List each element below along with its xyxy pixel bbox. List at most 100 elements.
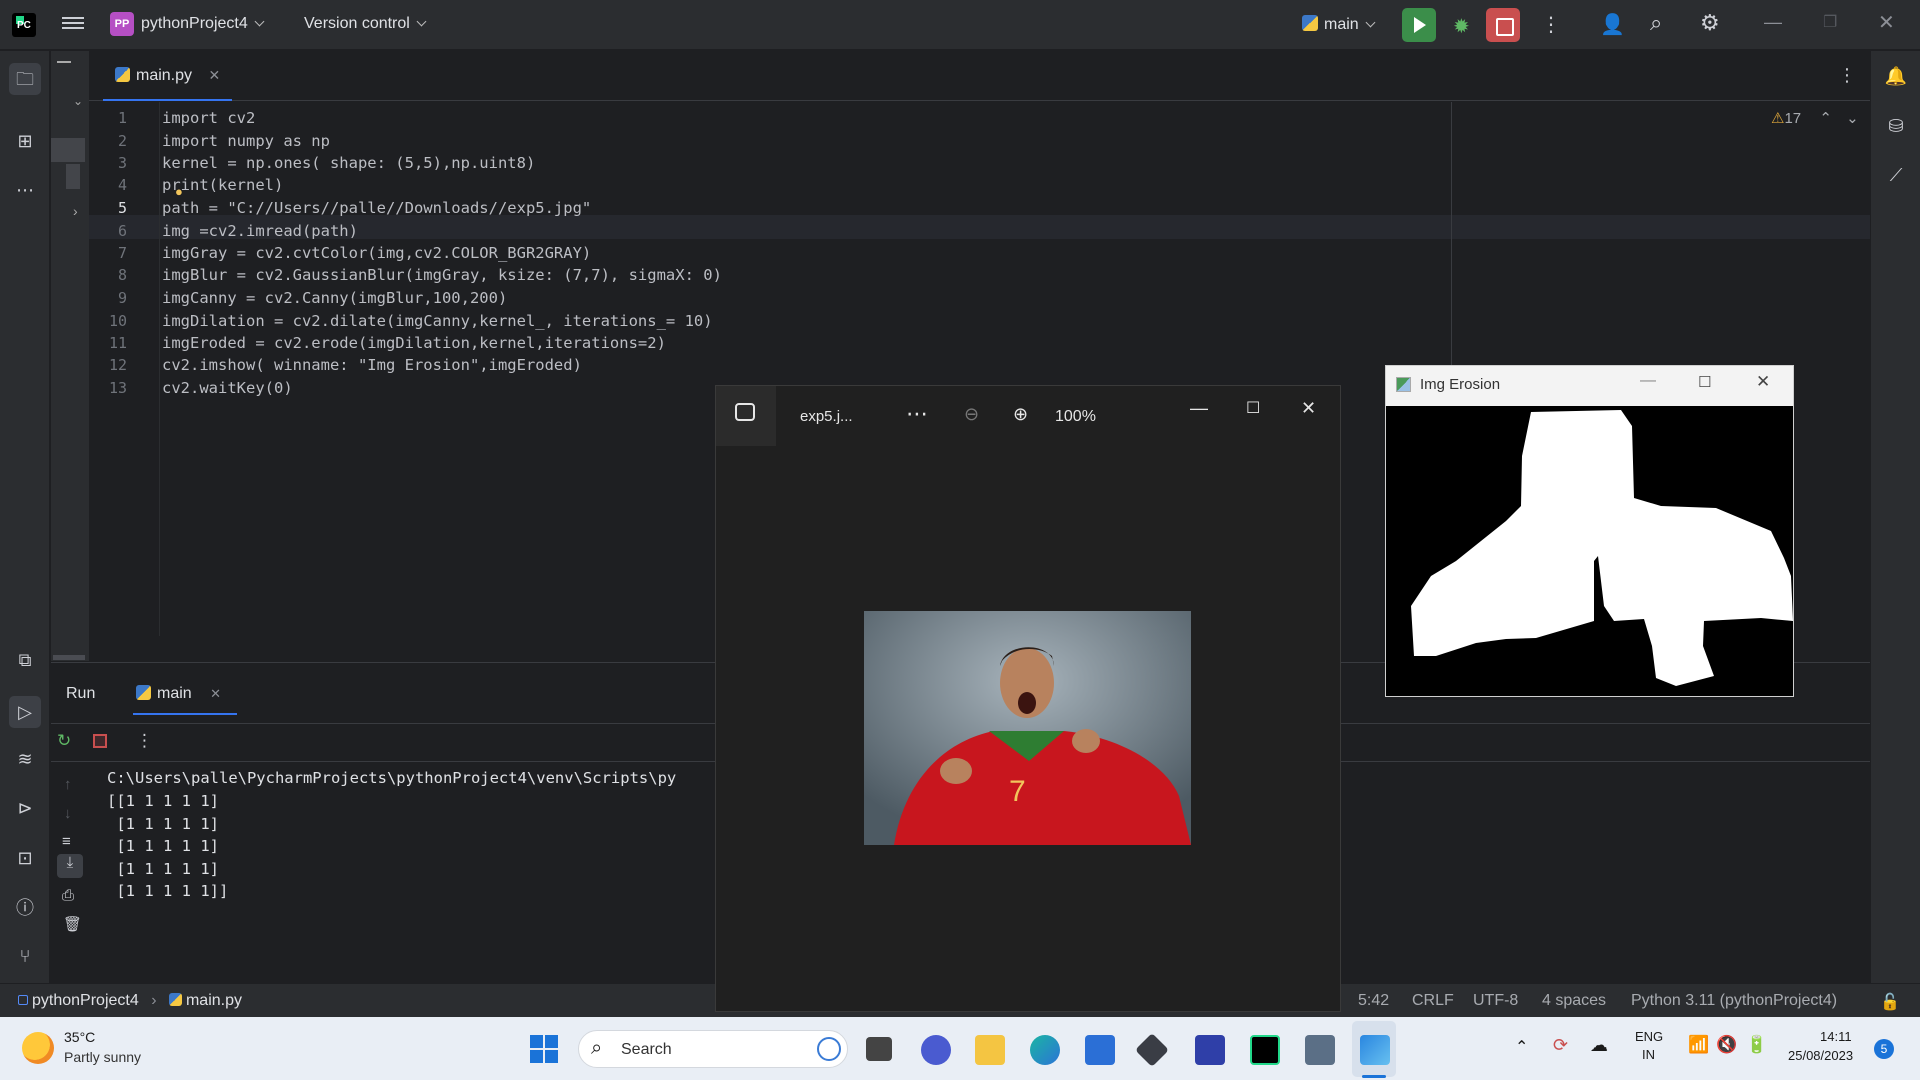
python-interpreter[interactable]: Python 3.11 (pythonProject4) <box>1631 992 1837 1010</box>
language-top[interactable]: ENG <box>1635 1029 1663 1044</box>
vcs-menu[interactable]: Version control <box>304 15 427 33</box>
notification-badge[interactable]: 5 <box>1874 1039 1894 1059</box>
run-config-tab[interactable]: main ✕ <box>136 685 221 703</box>
unity-app-icon[interactable] <box>1135 1033 1169 1067</box>
project-selector[interactable]: pythonProject4 <box>141 15 265 33</box>
battery-icon[interactable]: 🔋 <box>1746 1035 1767 1055</box>
clock-time[interactable]: 14:11 <box>1820 1029 1852 1044</box>
indent-setting[interactable]: 4 spaces <box>1542 992 1606 1010</box>
more-actions-icon[interactable]: ⋮ <box>1541 12 1561 37</box>
line-separator[interactable]: CRLF <box>1412 992 1454 1010</box>
minimize-window-icon[interactable]: — <box>1764 12 1782 33</box>
add-user-icon[interactable]: 👤 <box>1600 12 1625 37</box>
python-console-icon[interactable]: ⧉ <box>13 648 37 672</box>
notifications-bell-icon[interactable]: 🔔 <box>1884 64 1908 88</box>
maximize-window-icon[interactable]: ☐ <box>1246 398 1260 418</box>
debug-icon[interactable]: ✹ <box>1453 14 1470 39</box>
python-packages-icon[interactable]: ≋ <box>13 747 37 771</box>
start-windows-icon[interactable] <box>530 1035 558 1063</box>
close-window-icon[interactable]: ✕ <box>1756 372 1770 392</box>
chevron-down-icon[interactable]: ⌄ <box>73 94 83 108</box>
run-tool-icon[interactable]: ▷ <box>9 696 41 728</box>
database-icon[interactable]: ⛁ <box>1884 114 1908 138</box>
inspection-widget[interactable]: ⚠17 ⌃ ⌄ <box>1771 109 1859 127</box>
taskbar-search[interactable]: ⌕ Search <box>578 1030 848 1068</box>
scroll-up-icon[interactable]: ↑ <box>64 776 72 793</box>
rerun-button[interactable] <box>1402 8 1436 42</box>
print-icon[interactable]: ⎙ <box>62 887 74 904</box>
main-menu-icon[interactable] <box>62 14 84 34</box>
clear-trash-icon[interactable]: 🗑 <box>63 915 82 933</box>
onedrive-cloud-icon[interactable]: ☁ <box>1590 1035 1608 1056</box>
wifi-icon[interactable]: 📶 <box>1688 1035 1709 1055</box>
search-icon[interactable]: ⌕ <box>1650 10 1662 36</box>
weather-desc[interactable]: Partly sunny <box>64 1049 141 1065</box>
terminal-icon[interactable]: ⊡ <box>13 846 37 870</box>
more-options-icon[interactable]: ⋮ <box>136 731 153 751</box>
close-window-icon[interactable]: ✕ <box>1301 398 1316 419</box>
scroll-down-icon[interactable]: ↓ <box>64 805 72 822</box>
intention-bulb-icon[interactable]: ● <box>175 184 183 199</box>
task-view-icon[interactable] <box>866 1037 892 1061</box>
pycharm-taskbar-icon[interactable] <box>1250 1035 1280 1065</box>
project-folder-icon[interactable]: 🗀 <box>9 63 41 95</box>
zoom-in-icon[interactable]: ⊕ <box>1013 404 1028 425</box>
stop-icon[interactable] <box>93 734 107 748</box>
close-tab-icon[interactable]: ✕ <box>210 686 221 701</box>
lock-icon[interactable]: 🔓 <box>1880 992 1900 1012</box>
cursor-position[interactable]: 5:42 <box>1358 992 1389 1010</box>
vscode-app-icon[interactable] <box>1195 1035 1225 1065</box>
weather-temp[interactable]: 35°C <box>64 1029 95 1045</box>
more-tools-icon[interactable]: ⋯ <box>13 178 37 202</box>
chevron-right-icon[interactable]: › <box>73 203 78 219</box>
microsoft-store-icon[interactable] <box>1085 1035 1115 1065</box>
minimize-window-icon[interactable]: — <box>1640 372 1656 390</box>
viewer-filename[interactable]: exp5.j... <box>800 408 853 425</box>
close-window-icon[interactable]: ✕ <box>1878 10 1895 35</box>
show-hidden-icons-icon[interactable]: ⌃ <box>1515 1037 1528 1057</box>
pycharm-logo-icon[interactable]: PC <box>12 13 36 37</box>
stop-button[interactable] <box>1486 8 1520 42</box>
minimize-window-icon[interactable]: — <box>1190 398 1208 419</box>
git-icon[interactable]: ⑂ <box>13 944 37 968</box>
restore-window-icon[interactable]: ❐ <box>1823 12 1837 32</box>
previous-highlight-icon[interactable]: ⌃ <box>1819 110 1832 127</box>
zoom-level[interactable]: 100% <box>1055 408 1096 426</box>
breadcrumb[interactable]: pythonProject4 › main.py <box>18 992 242 1010</box>
scroll-to-end-icon[interactable]: ⤓ <box>57 854 83 878</box>
tab-options-icon[interactable]: ⋮ <box>1838 65 1856 86</box>
file-explorer-icon[interactable] <box>975 1035 1005 1065</box>
horizontal-scrollbar[interactable] <box>53 655 85 660</box>
profiler-icon[interactable]: ⟋ <box>1884 163 1908 187</box>
zoom-out-icon[interactable]: ⊖ <box>964 404 979 425</box>
clock-date[interactable]: 25/08/2023 <box>1788 1048 1853 1063</box>
maximize-window-icon[interactable]: ☐ <box>1698 373 1711 391</box>
weather-sun-icon[interactable] <box>22 1032 54 1064</box>
photos-app-icon[interactable] <box>1360 1035 1390 1065</box>
volume-muted-icon[interactable]: 🔇 <box>1716 1035 1737 1055</box>
scroll-thumb[interactable] <box>66 164 80 189</box>
services-icon[interactable]: ⊳ <box>13 796 37 820</box>
run-tab-title[interactable]: Run <box>66 685 95 703</box>
close-tab-icon[interactable]: ✕ <box>208 67 220 83</box>
module-icon <box>18 995 28 1005</box>
project-badge[interactable]: PP <box>110 12 134 36</box>
settings-gear-icon[interactable]: ⚙ <box>1700 10 1720 36</box>
soft-wrap-icon[interactable]: ≡ <box>62 833 71 850</box>
python-idle-icon[interactable] <box>1305 1035 1335 1065</box>
structure-icon[interactable]: ⊞ <box>13 129 37 153</box>
teams-chat-icon[interactable] <box>921 1035 951 1065</box>
next-highlight-icon[interactable]: ⌄ <box>1846 110 1859 127</box>
edge-browser-icon[interactable] <box>1030 1035 1060 1065</box>
language-bottom[interactable]: IN <box>1642 1047 1655 1062</box>
problems-icon[interactable]: ⓘ <box>13 896 37 920</box>
project-name: pythonProject4 <box>141 15 248 32</box>
sync-icon[interactable]: ⟳ <box>1553 1035 1568 1056</box>
rerun-icon[interactable]: ↻ <box>57 731 71 751</box>
python-file-icon <box>115 67 130 82</box>
collapse-icon[interactable] <box>57 61 71 63</box>
more-options-icon[interactable]: ⋯ <box>906 401 928 427</box>
tab-main-py[interactable]: main.py ✕ <box>103 51 233 101</box>
file-encoding[interactable]: UTF-8 <box>1473 992 1518 1010</box>
run-config-selector[interactable]: main <box>1302 15 1376 34</box>
